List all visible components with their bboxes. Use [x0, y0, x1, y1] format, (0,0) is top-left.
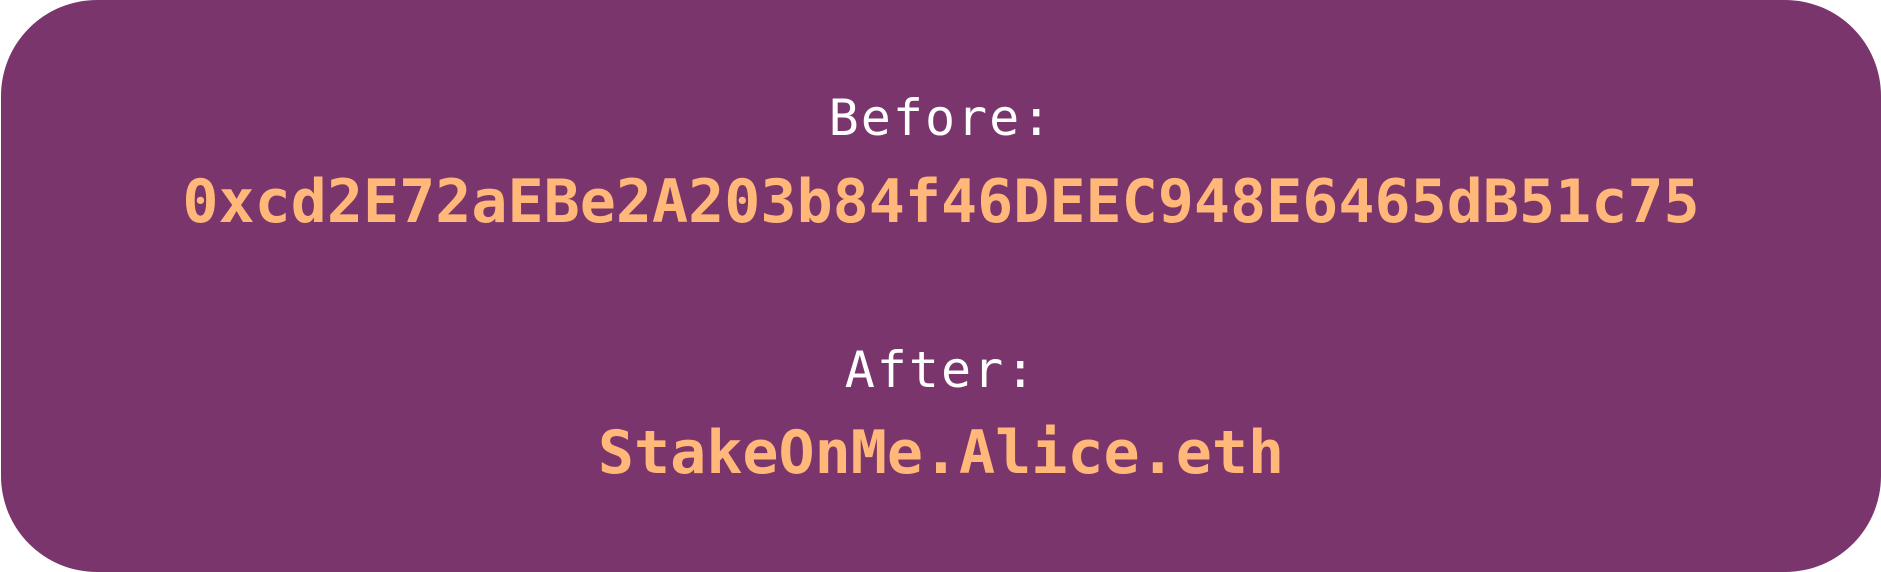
before-address-value: 0xcd2E72aEBe2A203b84f46DEEC948E6465dB51c… — [182, 167, 1700, 237]
after-ens-name-value: StakeOnMe.Alice.eth — [597, 418, 1285, 488]
before-label: Before: — [828, 89, 1054, 147]
comparison-card: Before: 0xcd2E72aEBe2A203b84f46DEEC948E6… — [1, 0, 1881, 572]
after-label: After: — [844, 341, 1038, 399]
